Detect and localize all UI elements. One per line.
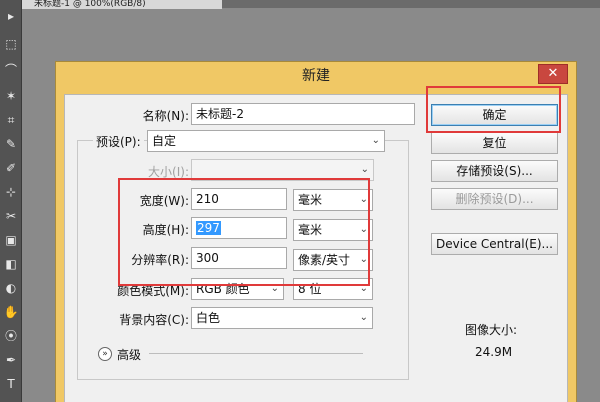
history-brush-tool-icon[interactable]: ▣ bbox=[1, 230, 21, 250]
crop-tool-icon[interactable]: ⌗ bbox=[1, 110, 21, 130]
clone-stamp-tool-icon[interactable]: ✂ bbox=[1, 206, 21, 226]
save-preset-button[interactable]: 存储预设(S)... bbox=[431, 160, 558, 182]
brush-tool-icon[interactable]: ⊹ bbox=[1, 182, 21, 202]
ok-highlight-box bbox=[426, 86, 561, 133]
advanced-divider bbox=[149, 353, 363, 354]
gradient-tool-icon[interactable]: ◐ bbox=[1, 278, 21, 298]
image-size-label: 图像大小: bbox=[465, 323, 518, 337]
dimensions-highlight-box bbox=[118, 178, 370, 286]
delete-preset-button: 删除预设(D)... bbox=[431, 188, 558, 210]
device-central-button[interactable]: Device Central(E)... bbox=[431, 233, 558, 255]
preset-select[interactable]: 自定 ⌄ bbox=[147, 130, 385, 152]
dodge-tool-icon[interactable]: ⦿ bbox=[1, 326, 21, 346]
chevron-down-icon: ⌄ bbox=[371, 135, 380, 146]
name-input[interactable]: 未标题-2 bbox=[191, 103, 415, 125]
tools-panel: ▸ ⬚ ⌒ ✶ ⌗ ✎ ✐ ⊹ ✂ ▣ ◧ ◐ ✋ ⦿ ✒ T bbox=[0, 0, 22, 402]
preset-label: 预设(P): bbox=[93, 133, 144, 150]
healing-brush-tool-icon[interactable]: ✐ bbox=[1, 158, 21, 178]
marquee-tool-icon[interactable]: ⬚ bbox=[1, 34, 21, 54]
reset-button[interactable]: 复位 bbox=[431, 132, 558, 154]
advanced-toggle-icon[interactable]: » bbox=[98, 347, 112, 361]
close-button[interactable]: ✕ bbox=[538, 64, 568, 84]
preset-value: 自定 bbox=[152, 134, 177, 148]
type-tool-icon[interactable]: T bbox=[1, 374, 21, 394]
move-tool-icon[interactable]: ▸ bbox=[1, 6, 21, 26]
pen-tool-icon[interactable]: ✒ bbox=[1, 350, 21, 370]
document-tab[interactable]: 未标题-1 @ 100%(RGB/8) bbox=[22, 0, 222, 9]
chevron-down-icon: ⌄ bbox=[359, 312, 368, 323]
background-contents-label: 背景内容(C): bbox=[119, 313, 189, 327]
background-contents-select[interactable]: 白色 ⌄ bbox=[191, 307, 373, 329]
eyedropper-tool-icon[interactable]: ✎ bbox=[1, 134, 21, 154]
name-label: 名称(N): bbox=[142, 109, 189, 123]
magic-wand-tool-icon[interactable]: ✶ bbox=[1, 86, 21, 106]
image-size-value: 24.9M bbox=[475, 345, 513, 359]
advanced-label[interactable]: 高级 bbox=[117, 346, 141, 363]
background-contents-value: 白色 bbox=[196, 311, 221, 325]
lasso-tool-icon[interactable]: ⌒ bbox=[1, 60, 21, 80]
blur-tool-icon[interactable]: ✋ bbox=[1, 302, 21, 322]
chevron-down-icon: ⌄ bbox=[360, 164, 369, 175]
eraser-tool-icon[interactable]: ◧ bbox=[1, 254, 21, 274]
